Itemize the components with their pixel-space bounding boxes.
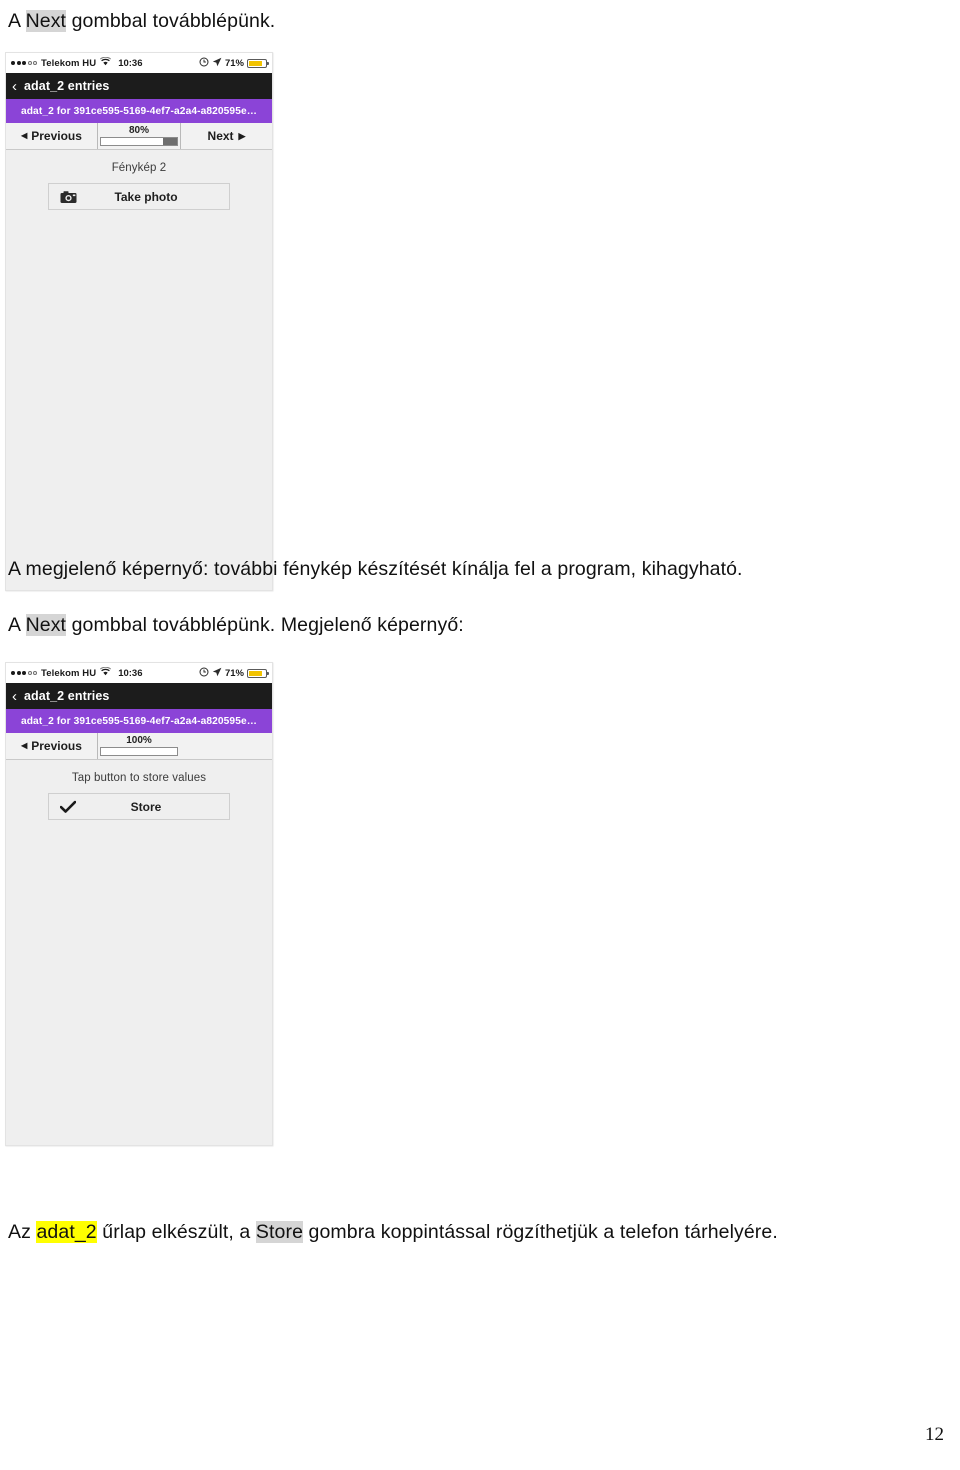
nav-bar-1: ‹ adat_2 entries	[6, 73, 272, 99]
progress-bar-1	[100, 137, 178, 146]
field-label-2: Tap button to store values	[71, 772, 207, 784]
paragraph-4: Az adat_2 űrlap elkészült, a Store gombr…	[8, 1219, 778, 1245]
alarm-clock-icon	[199, 57, 209, 70]
paragraph-1-highlight-next: Next	[25, 10, 67, 32]
wifi-icon	[100, 666, 112, 679]
paragraph-3-prefix: A	[8, 614, 26, 636]
checkmark-icon	[60, 800, 76, 813]
field-label-1: Fénykép 2	[111, 162, 167, 174]
paragraph-4-prefix: Az	[8, 1221, 37, 1243]
alarm-clock-icon	[199, 667, 209, 680]
chevron-left-icon[interactable]: ‹	[12, 79, 17, 94]
nav-bar-2: ‹ adat_2 entries	[6, 683, 272, 709]
take-photo-button[interactable]: Take photo	[48, 183, 230, 210]
form-body-2: Tap button to store values Store	[6, 760, 272, 1145]
paragraph-4-suffix: gombra koppintással rögzíthetjük a telef…	[303, 1221, 778, 1243]
paragraph-3-suffix: gombbal továbblépünk. Megjelenő képernyő…	[66, 614, 464, 636]
paragraph-3-highlight-next: Next	[25, 614, 67, 636]
paragraph-1-prefix: A	[8, 10, 26, 32]
document-page: A Next gombbal továbblépünk. Telekom HU …	[0, 0, 960, 1470]
progress-bar-2	[100, 747, 178, 756]
triangle-right-icon: ▶	[238, 130, 246, 141]
status-bar-right-1: 71%	[199, 53, 269, 73]
progress-area-2: 100%	[98, 733, 180, 759]
status-bar-2: Telekom HU 10:36 71%	[6, 663, 272, 683]
signal-strength-icon	[11, 671, 37, 675]
paragraph-4-highlight-store: Store	[255, 1221, 304, 1243]
previous-button-1[interactable]: ◀ Previous	[6, 123, 98, 149]
location-arrow-icon	[212, 57, 222, 70]
phone-screenshot-1: Telekom HU 10:36 71% ‹ adat_2 entries ad…	[5, 52, 273, 591]
camera-icon	[60, 190, 77, 203]
form-toolbar-2: ◀ Previous 100%	[6, 733, 272, 760]
entry-banner-2: adat_2 for 391ce595-5169-4ef7-a2a4-a8205…	[6, 709, 272, 733]
form-toolbar-1: ◀ Previous 80% Next ▶	[6, 123, 272, 150]
paragraph-3: A Next gombbal továbblépünk. Megjelenő k…	[8, 612, 464, 638]
signal-strength-icon	[11, 61, 37, 65]
paragraph-1: A Next gombbal továbblépünk.	[8, 8, 275, 34]
paragraph-4-highlight-adat2: adat_2	[36, 1221, 97, 1243]
progress-percent-2: 100%	[126, 735, 152, 746]
progress-percent-1: 80%	[128, 125, 149, 136]
status-bar-right-2: 71%	[199, 663, 269, 683]
previous-button-2[interactable]: ◀ Previous	[6, 733, 98, 759]
carrier-label: Telekom HU	[41, 57, 97, 69]
store-label: Store	[130, 799, 162, 814]
page-number: 12	[925, 1424, 944, 1445]
previous-label-2: Previous	[31, 739, 82, 753]
status-bar-1: Telekom HU 10:36 71%	[6, 53, 272, 73]
previous-label-1: Previous	[31, 129, 82, 143]
battery-icon	[247, 668, 269, 678]
wifi-icon	[100, 56, 112, 69]
paragraph-4-middle: űrlap elkészült, a	[96, 1221, 256, 1243]
progress-area-1: 80%	[98, 123, 180, 149]
battery-icon	[247, 58, 269, 68]
paragraph-1-suffix: gombbal továbblépünk.	[66, 10, 276, 32]
next-label-1: Next	[207, 129, 234, 143]
store-button[interactable]: Store	[48, 793, 230, 820]
entry-banner-1: adat_2 for 391ce595-5169-4ef7-a2a4-a8205…	[6, 99, 272, 123]
battery-percent-label: 71%	[224, 57, 244, 69]
phone-screenshot-2: Telekom HU 10:36 71% ‹ adat_2 entries ad…	[5, 662, 273, 1146]
next-button-2	[180, 733, 272, 759]
triangle-left-icon: ◀	[21, 131, 28, 140]
triangle-left-icon: ◀	[21, 741, 28, 750]
clock-label: 10:36	[118, 57, 143, 69]
carrier-label: Telekom HU	[41, 667, 97, 679]
nav-title-1: adat_2 entries	[24, 79, 110, 93]
chevron-left-icon[interactable]: ‹	[12, 689, 17, 704]
battery-percent-label: 71%	[224, 667, 244, 679]
form-body-1: Fénykép 2 Take photo	[6, 150, 272, 590]
next-button-1[interactable]: Next ▶	[180, 123, 272, 149]
nav-title-2: adat_2 entries	[24, 689, 110, 703]
paragraph-2: A megjelenő képernyő: további fénykép ké…	[8, 558, 743, 580]
location-arrow-icon	[212, 667, 222, 680]
clock-label: 10:36	[118, 667, 143, 679]
